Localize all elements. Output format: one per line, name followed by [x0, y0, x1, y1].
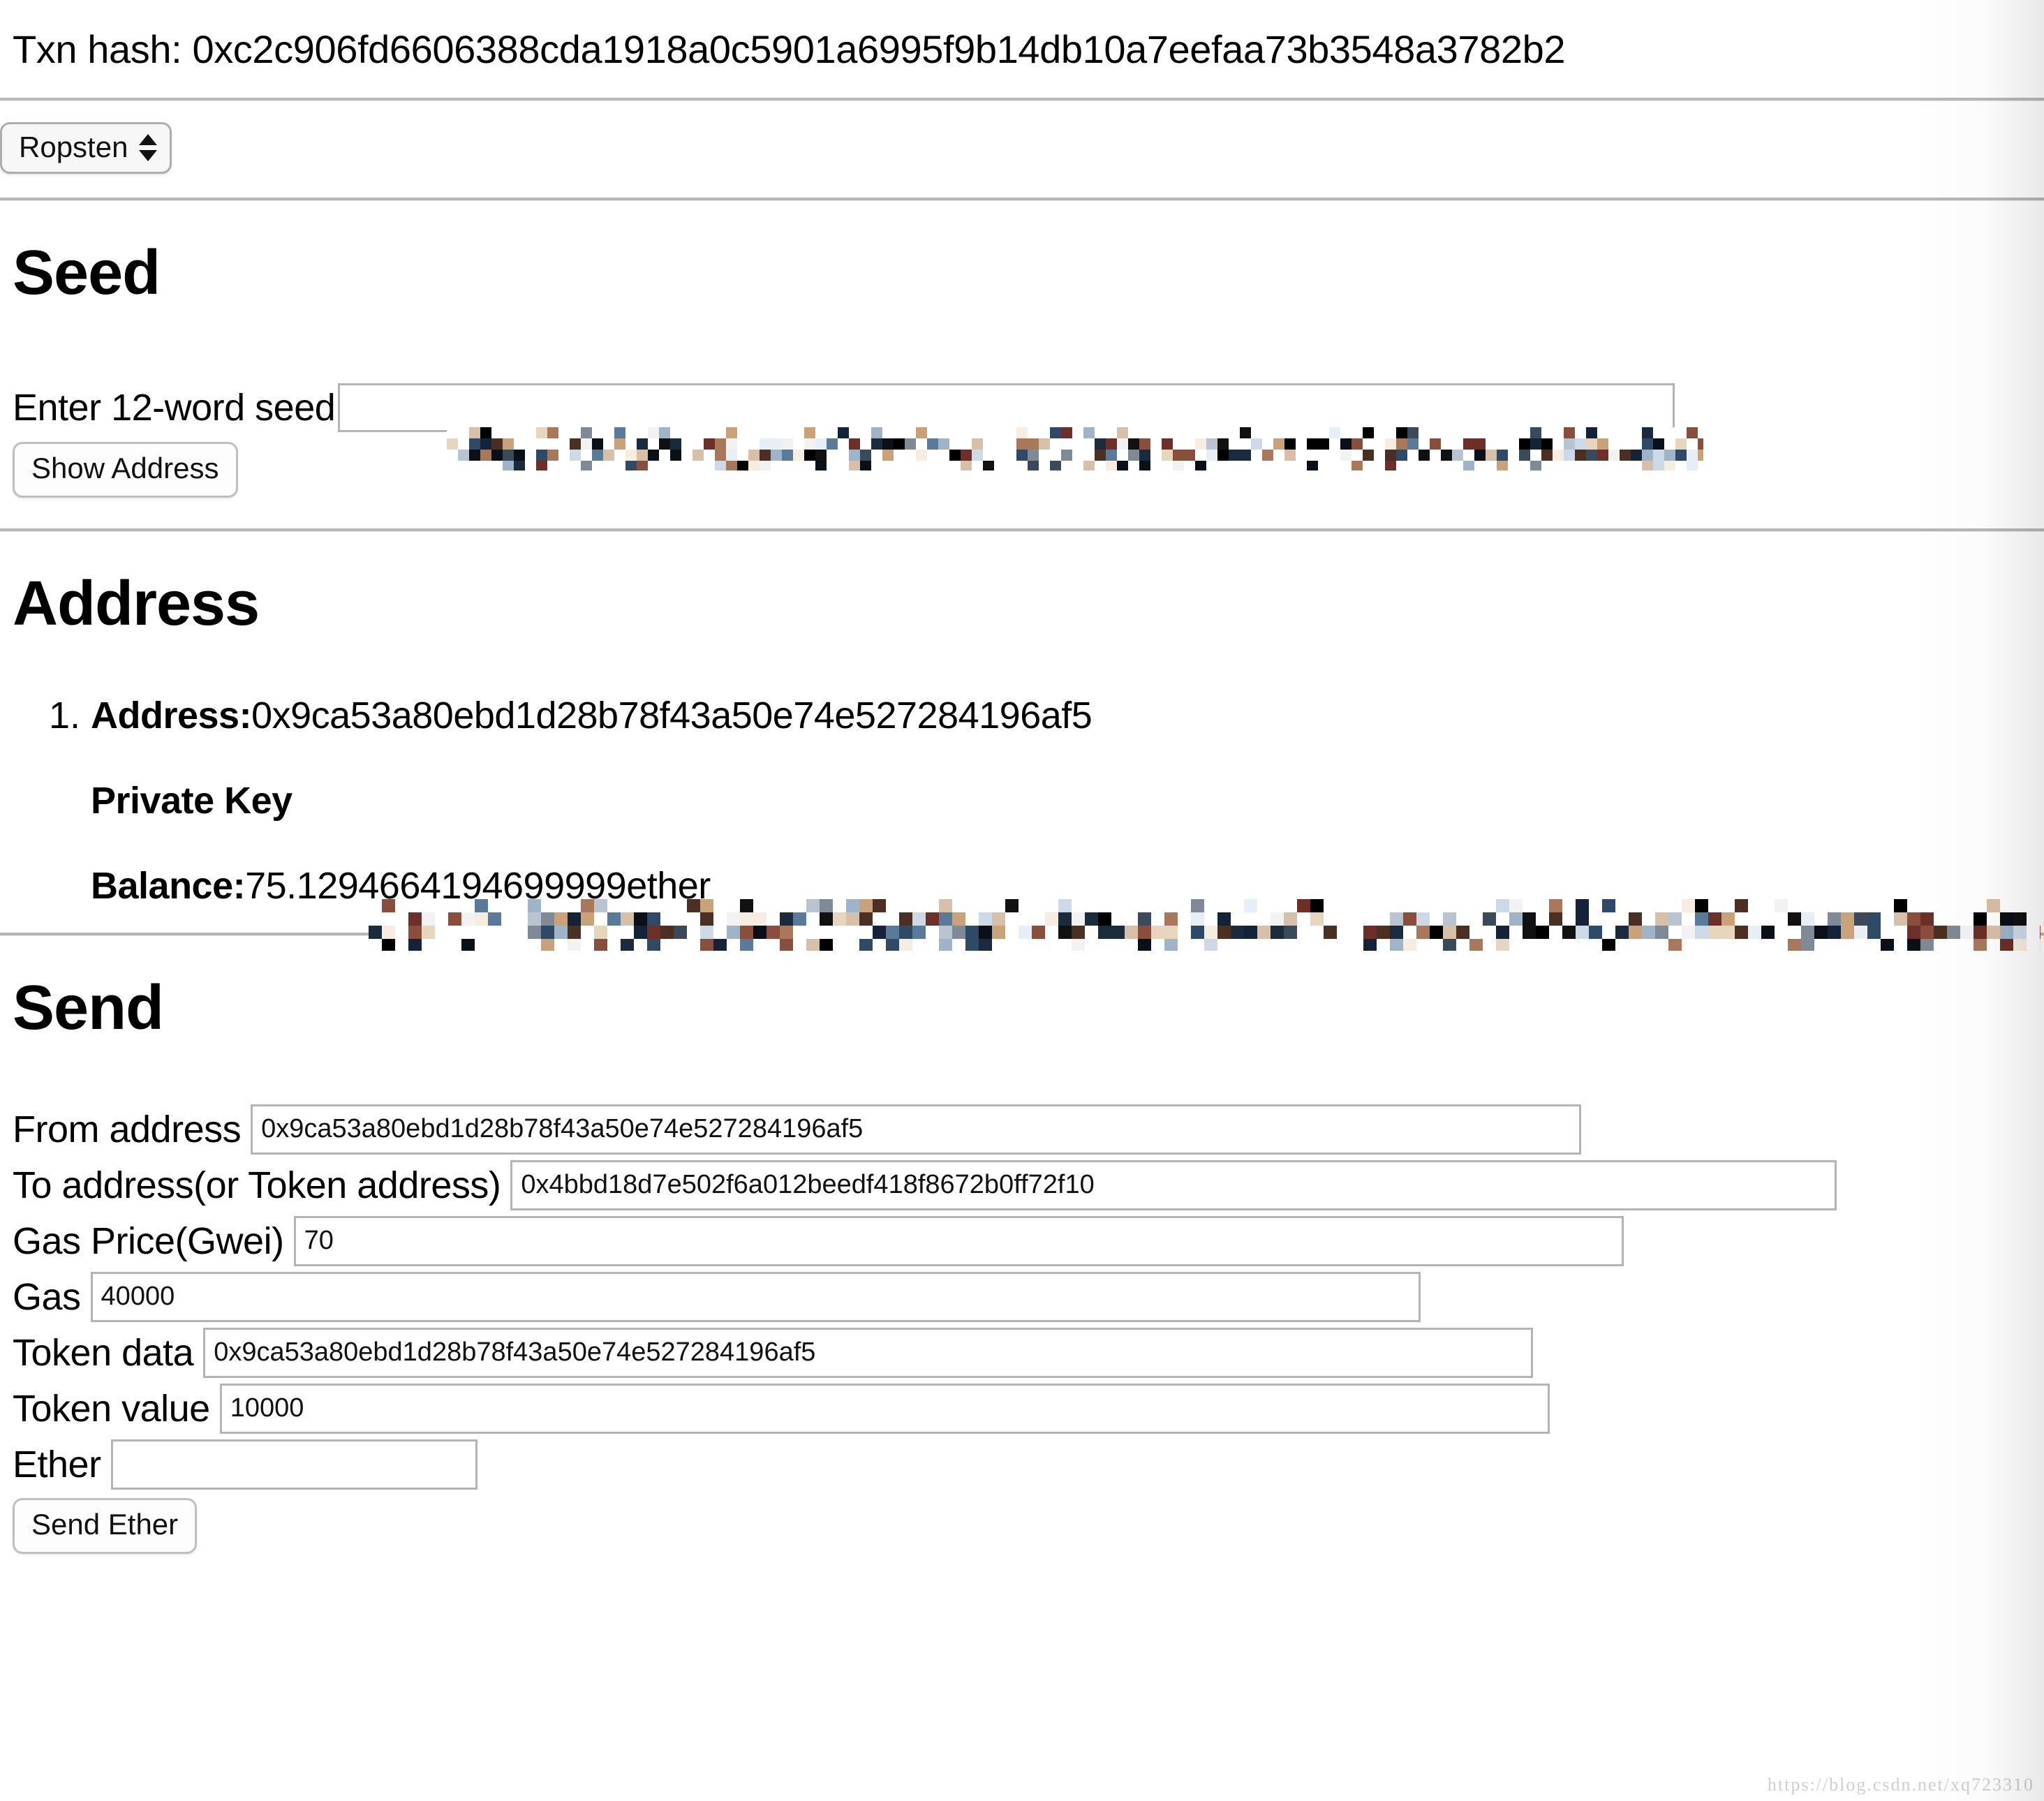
- from-address-row: From address: [13, 1104, 2031, 1155]
- token-data-row: Token data: [13, 1327, 2031, 1378]
- gas-price-row: Gas Price(Gwei): [13, 1215, 2031, 1266]
- send-section: Send From address To address(or Token ad…: [0, 975, 2044, 1561]
- token-data-label: Token data: [13, 1331, 194, 1374]
- send-heading: Send: [13, 973, 164, 1043]
- from-address-label: From address: [13, 1108, 242, 1150]
- network-select[interactable]: Ropsten: [0, 122, 172, 174]
- balance-value: 75.1294664194699999ether: [245, 865, 711, 907]
- ether-label: Ether: [13, 1443, 101, 1485]
- token-value-input[interactable]: [219, 1383, 1550, 1434]
- private-key-row: Private Key: [91, 782, 2031, 820]
- balance-row: Balance:75.1294664194699999ether: [91, 867, 2031, 905]
- seed-input-row: Enter 12-word seed: [13, 383, 2031, 432]
- gas-price-label: Gas Price(Gwei): [13, 1220, 284, 1262]
- from-address-input[interactable]: [251, 1104, 1582, 1155]
- address-section: Address Address:0x9ca53a80ebd1d28b78f43a…: [0, 568, 2044, 933]
- txn-hash-section: Txn hash: 0xc2c906fd6606388cda1918a0c590…: [0, 0, 2044, 98]
- ether-input[interactable]: [110, 1439, 477, 1490]
- address-list: Address:0x9ca53a80ebd1d28b78f43a50e74e52…: [13, 697, 2031, 905]
- to-address-input[interactable]: [510, 1159, 1837, 1210]
- send-ether-row: Send Ether: [13, 1497, 2031, 1554]
- divider-after-seed: [0, 528, 2044, 532]
- address-row: Address:0x9ca53a80ebd1d28b78f43a50e74e52…: [91, 697, 2031, 734]
- send-form: From address To address(or Token address…: [13, 1104, 2031, 1554]
- to-address-label: To address(or Token address): [13, 1164, 501, 1206]
- address-heading: Address: [13, 568, 260, 639]
- divider-after-network: [0, 198, 2044, 201]
- send-ether-button[interactable]: Send Ether: [13, 1497, 198, 1554]
- seed-input[interactable]: [338, 383, 1675, 432]
- seed-heading: Seed: [13, 238, 161, 308]
- token-value-label: Token value: [13, 1387, 210, 1430]
- gas-row: Gas: [13, 1271, 2031, 1322]
- balance-label: Balance:: [91, 865, 246, 907]
- network-section: Ropsten: [0, 101, 2044, 198]
- seed-section: Seed Enter 12-word seed Show Address: [0, 240, 2044, 528]
- address-label: Address:: [91, 695, 252, 736]
- to-address-row: To address(or Token address): [13, 1159, 2031, 1210]
- divider-after-address: [0, 933, 2044, 936]
- gas-price-input[interactable]: [293, 1215, 1624, 1266]
- address-value: 0x9ca53a80ebd1d28b78f43a50e74e527284196a…: [251, 695, 1093, 736]
- seed-input-label: Enter 12-word seed: [13, 386, 336, 429]
- chevron-updown-icon: [139, 133, 158, 161]
- ether-row: Ether: [13, 1439, 2031, 1490]
- wallet-page: Txn hash: 0xc2c906fd6606388cda1918a0c590…: [0, 0, 2044, 1801]
- gas-input[interactable]: [90, 1271, 1421, 1322]
- private-key-label: Private Key: [91, 780, 292, 822]
- network-select-value: Ropsten: [19, 131, 128, 163]
- token-value-row: Token value: [13, 1383, 2031, 1434]
- txn-hash-text: Txn hash: 0xc2c906fd6606388cda1918a0c590…: [13, 27, 1566, 71]
- gas-label: Gas: [13, 1275, 81, 1318]
- show-address-button[interactable]: Show Address: [13, 441, 238, 498]
- list-item: Address:0x9ca53a80ebd1d28b78f43a50e74e52…: [91, 697, 2031, 905]
- token-data-input[interactable]: [203, 1327, 1534, 1378]
- show-address-row: Show Address: [13, 441, 2031, 498]
- watermark: https://blog.csdn.net/xq723310: [1767, 1774, 2034, 1795]
